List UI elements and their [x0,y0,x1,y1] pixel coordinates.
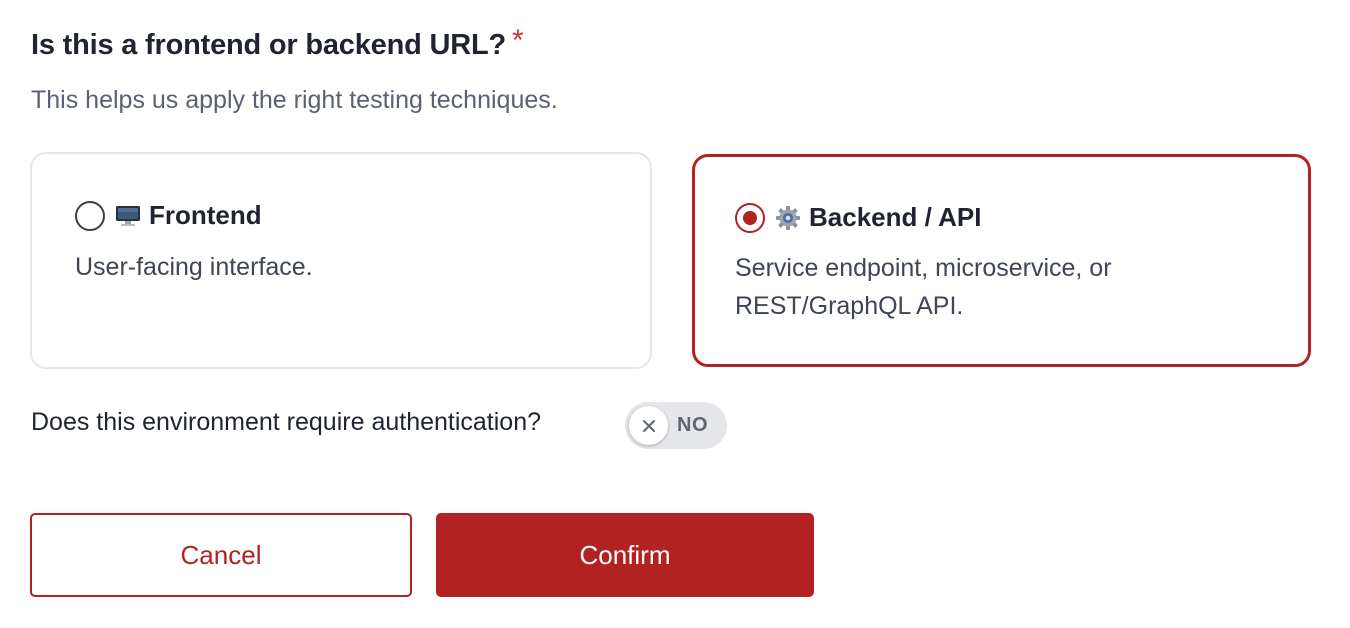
option-header-frontend: Frontend [75,200,262,231]
question-title: Is this a frontend or backend URL? * [31,24,524,62]
auth-question-label: Does this environment require authentica… [31,408,542,436]
confirm-button[interactable]: Confirm [436,513,814,597]
radio-backend[interactable] [735,202,765,233]
toggle-knob [629,406,668,445]
desktop-computer-icon [114,202,142,230]
option-description-frontend: User-facing interface. [75,253,313,281]
toggle-state-label: NO [677,414,708,436]
option-title-backend: Backend / API [809,202,982,232]
close-icon [642,419,655,432]
gear-icon [774,204,802,232]
required-asterisk: * [511,24,524,57]
cancel-button[interactable]: Cancel [30,513,412,597]
helper-text: This helps us apply the right testing te… [31,86,558,114]
option-header-backend: Backend / API [735,202,981,233]
option-card-frontend[interactable]: Frontend User-facing interface. [30,152,652,369]
auth-toggle[interactable]: NO [625,402,727,449]
question-title-text: Is this a frontend or backend URL? [31,29,506,61]
option-title-frontend: Frontend [149,200,262,230]
radio-frontend[interactable] [75,200,105,231]
option-card-backend[interactable]: Backend / API Service endpoint, microser… [692,154,1311,367]
radio-selected-dot [743,210,757,225]
option-description-backend: Service endpoint, microservice, or REST/… [735,254,1112,320]
